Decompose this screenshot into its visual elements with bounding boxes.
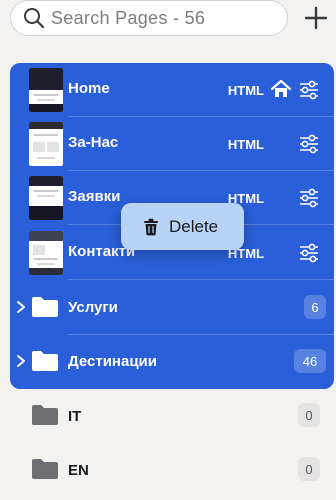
folder-icon xyxy=(32,351,58,371)
search-icon xyxy=(24,8,45,29)
folder-row-destinacii[interactable]: Дестинации 46 xyxy=(10,335,334,389)
page-thumbnail xyxy=(29,176,63,220)
folder-icon xyxy=(32,405,58,425)
folder-row-en[interactable]: EN 0 xyxy=(10,443,334,497)
page-title: Home xyxy=(68,80,110,97)
folder-title: IT xyxy=(68,408,82,425)
add-page-button[interactable] xyxy=(296,0,336,36)
page-title: За-Нас xyxy=(68,134,119,151)
folder-icon xyxy=(32,297,58,317)
page-type-label: HTML xyxy=(227,137,264,152)
settings-icon[interactable] xyxy=(298,243,320,263)
settings-icon[interactable] xyxy=(298,188,320,208)
folder-title: EN xyxy=(68,462,89,479)
trash-icon xyxy=(144,218,158,235)
delete-menu-item[interactable]: Delete xyxy=(121,203,244,250)
folder-count-badge: 0 xyxy=(298,457,320,481)
folder-title: Дестинации xyxy=(68,353,157,370)
folder-title: Услуги xyxy=(68,299,118,316)
settings-icon[interactable] xyxy=(298,80,320,100)
folder-row-it[interactable]: IT 0 xyxy=(10,389,334,443)
folder-icon xyxy=(32,459,58,479)
chevron-right-icon[interactable] xyxy=(16,354,26,368)
folder-count-badge: 46 xyxy=(294,349,326,373)
folder-row-uslugi[interactable]: Услуги 6 xyxy=(10,281,334,335)
folder-count-badge: 0 xyxy=(298,403,320,427)
page-thumbnail xyxy=(29,122,63,166)
delete-label: Delete xyxy=(169,216,219,236)
page-type-label: HTML xyxy=(227,83,264,98)
page-row-za-nas[interactable]: За-Нас HTML xyxy=(10,117,334,171)
settings-icon[interactable] xyxy=(298,134,320,154)
chevron-right-icon[interactable] xyxy=(16,300,26,314)
page-title: Заявки xyxy=(68,188,121,205)
search-field[interactable] xyxy=(10,0,288,36)
home-icon xyxy=(270,79,292,97)
search-input[interactable] xyxy=(51,7,281,29)
page-thumbnail xyxy=(29,231,63,275)
page-row-home[interactable]: Home HTML xyxy=(10,63,334,117)
plus-icon xyxy=(304,6,328,30)
top-bar xyxy=(0,0,336,38)
page-thumbnail xyxy=(29,68,63,112)
folder-count-badge: 6 xyxy=(304,295,326,319)
